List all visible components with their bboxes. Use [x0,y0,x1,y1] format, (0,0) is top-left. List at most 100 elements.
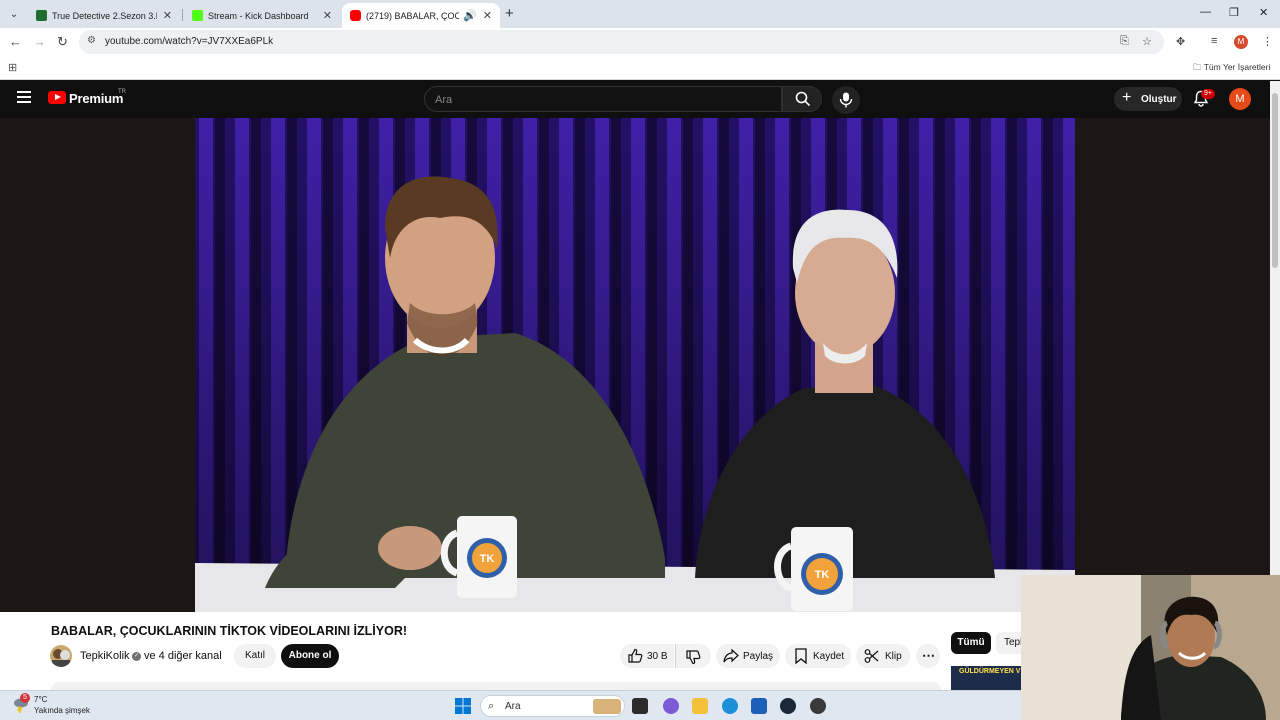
youtube-favicon-icon [350,10,361,21]
file-explorer-icon[interactable] [692,698,708,714]
verified-check-icon: ✓ [132,652,141,661]
like-count: 30 B [647,651,668,662]
video-metadata: BABALAR, ÇOCUKLARININ TİKTOK VİDEOLARINI… [0,612,1036,694]
tab-close-icon[interactable]: ✕ [483,9,492,22]
taskbar-search[interactable]: ⌕ Ara [480,695,625,717]
youtube-header: Premium TR Ara + Oluştur 9+ M [0,81,1270,118]
video-player[interactable]: TK TK [0,118,1270,612]
folder-icon: 🗀 [1193,62,1202,72]
edge-browser-icon[interactable] [722,698,738,714]
browser-menu-icon[interactable]: ⋮ [1262,35,1273,48]
search-button[interactable] [782,86,822,112]
url-text[interactable]: youtube.com/watch?v=JV7XXEa6PLk [105,36,273,47]
steam-icon[interactable] [780,698,796,714]
weather-alert-badge: 5 [20,693,30,703]
tab-title: Stream - Kick Dashboard [208,10,309,21]
tab-true-detective[interactable]: True Detective 2.Sezon 3.Bölüm ✕ [28,3,180,28]
reload-icon[interactable]: ↻ [57,34,68,50]
tab-close-icon[interactable]: ✕ [163,9,172,22]
tab-search-chevron-icon[interactable]: ⌄ [4,4,24,24]
thumbs-down-icon [686,650,701,665]
video-frame[interactable]: TK TK [195,118,1075,612]
browser-toolbar: ← → ↻ ⚙ youtube.com/watch?v=JV7XXEa6PLk … [0,28,1280,56]
search-highlight-icon [593,699,621,714]
minimize-icon[interactable]: — [1200,6,1211,18]
scrollbar-thumb[interactable] [1272,93,1278,268]
webcam-overlay [1021,575,1280,720]
share-icon [723,648,739,663]
new-tab-icon[interactable]: + [505,5,514,22]
windows-taskbar: 5 7°C Yakında şimşek ⌕ Ara [0,690,1021,720]
apps-grid-icon[interactable]: ⊞ [8,61,17,74]
copilot-icon[interactable] [663,698,679,714]
more-dots-icon: ⋯ [922,648,935,663]
tab-close-icon[interactable]: ✕ [323,9,332,22]
region-code: TR [118,89,126,95]
collab-channels-link[interactable]: ve 4 diğer kanal [144,650,222,662]
video-scene-image: TK TK [195,118,1075,612]
share-label: Paylaş [743,651,774,662]
chip-all[interactable]: Tümü [951,632,991,654]
like-button[interactable]: 30 B [620,644,674,668]
profile-avatar[interactable]: M [1234,35,1248,49]
tab-title: True Detective 2.Sezon 3.Bölüm [52,10,157,21]
channel-name[interactable]: TepkiKolik [80,650,130,662]
menu-hamburger-icon[interactable] [17,91,31,103]
thumbs-up-icon [628,648,643,663]
kick-favicon-icon [192,10,203,21]
join-button[interactable]: Katıl [234,644,276,668]
weather-temperature: 7°C [34,695,48,704]
search-placeholder: Ara [435,94,453,106]
task-view-icon[interactable] [632,698,648,714]
bookmark-icon [795,648,807,664]
save-button[interactable]: Kaydet [785,644,851,668]
site-info-icon[interactable]: ⚙ [87,35,96,46]
all-bookmarks-button[interactable]: 🗀 Tüm Yer İşaretleri [1193,62,1270,76]
webcam-image [1021,575,1280,720]
media-control-icon[interactable]: ≡ [1211,35,1217,47]
store-icon[interactable] [751,698,767,714]
bookmark-star-icon[interactable]: ☆ [1142,35,1152,48]
save-label: Kaydet [813,651,845,662]
extensions-icon[interactable]: ✥ [1176,35,1185,48]
premium-wordmark[interactable]: Premium [69,91,123,106]
search-icon [795,91,811,107]
channel-avatar[interactable] [50,645,72,667]
recommended-video-thumbnail[interactable]: GÜLDÜRMEYEN V [951,666,1021,692]
restore-icon[interactable]: ❐ [1229,6,1239,19]
voice-search-button[interactable] [832,86,860,114]
create-label: Oluştur [1141,94,1177,105]
mug-logo-text: TK [815,569,830,581]
back-icon[interactable]: ← [9,34,22,49]
dislike-button[interactable] [675,644,711,668]
all-bookmarks-label: Tüm Yer İşaretleri [1203,62,1271,72]
address-bar[interactable]: ⚙ youtube.com/watch?v=JV7XXEa6PLk [79,30,1164,54]
tab-favicon-icon [36,10,47,21]
tab-title: (2719) BABALAR, ÇOCUKLA [366,10,460,21]
youtube-logo-icon[interactable] [48,91,66,104]
weather-description: Yakında şimşek [34,706,90,715]
tab-audio-icon[interactable]: 🔊 [463,9,477,22]
taskbar-search-placeholder: Ara [505,701,521,712]
plus-icon: + [1122,89,1132,106]
subscribe-button[interactable]: Abone ol [281,644,339,668]
thumbnail-text: GÜLDÜRMEYEN V [959,668,1021,675]
notification-count-badge: 9+ [1201,89,1215,99]
tab-kick-dashboard[interactable]: Stream - Kick Dashboard ✕ [184,3,340,28]
account-avatar[interactable]: M [1229,88,1251,110]
search-icon: ⌕ [488,700,495,712]
windows-start-icon[interactable] [455,698,471,714]
more-actions-button[interactable]: ⋯ [916,644,940,668]
clip-label: Klip [885,651,902,662]
share-button[interactable]: Paylaş [716,644,780,668]
mug-logo-text: TK [480,553,495,565]
browser-tab-strip: ⌄ True Detective 2.Sezon 3.Bölüm ✕ Strea… [0,0,1280,28]
clip-button[interactable]: Klip [856,644,910,668]
install-app-icon[interactable]: ⎘ [1120,35,1129,48]
tab-youtube-active[interactable]: (2719) BABALAR, ÇOCUKLA 🔊 ✕ [342,3,500,28]
obs-icon[interactable] [810,698,826,714]
create-button[interactable]: + Oluştur [1114,87,1182,111]
close-window-icon[interactable]: ✕ [1259,6,1268,19]
search-input[interactable]: Ara [424,86,782,112]
forward-icon[interactable]: → [33,34,46,49]
